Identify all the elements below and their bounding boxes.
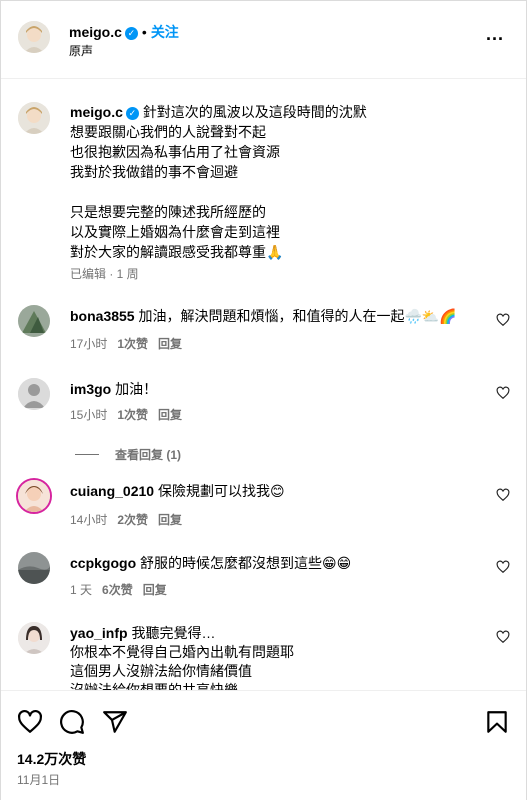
comment-text: 加油！ bbox=[115, 381, 158, 397]
comment-time: 17小时 bbox=[70, 337, 108, 351]
comment-avatar[interactable] bbox=[18, 305, 50, 337]
comment-likes[interactable]: 2次赞 bbox=[117, 513, 148, 527]
follow-button[interactable]: 关注 bbox=[151, 24, 179, 40]
comment-body: im3go 加油！ bbox=[70, 380, 470, 399]
comment-avatar[interactable] bbox=[18, 622, 50, 654]
replies-divider bbox=[75, 454, 99, 455]
comment-username[interactable]: bona3855 bbox=[70, 308, 135, 324]
reply-button[interactable]: 回复 bbox=[158, 408, 182, 422]
bookmark-icon[interactable] bbox=[484, 709, 510, 735]
verified-icon: ✓ bbox=[124, 27, 138, 40]
header-username[interactable]: meigo.c bbox=[69, 24, 122, 40]
heart-icon[interactable] bbox=[17, 709, 43, 735]
post-date: 11月1日 bbox=[17, 773, 61, 787]
post-dialog: meigo.c ✓ • 关注 原声 ... meigo.c ✓ 針對這次的風波以及這段時… bbox=[0, 0, 527, 800]
comment-text: 舒服的時候怎麼都沒想到這些😁😁 bbox=[140, 555, 352, 571]
audio-label[interactable]: 原声 bbox=[69, 42, 93, 59]
caption-meta: 已编辑 · 1 周 bbox=[70, 267, 139, 281]
likes-count[interactable]: 14.2万次赞 bbox=[17, 749, 86, 769]
comment-time: 1 天 bbox=[70, 583, 93, 597]
comment-body: bona3855 加油，解決問題和煩惱，和值得的人在一起🌧️⛅🌈 bbox=[70, 307, 470, 326]
heart-icon[interactable] bbox=[496, 560, 510, 574]
comment-likes[interactable]: 1次赞 bbox=[117, 337, 148, 351]
comment-body: ccpkgogo 舒服的時候怎麼都沒想到這些😁😁 bbox=[70, 554, 470, 573]
heart-icon[interactable] bbox=[496, 313, 510, 327]
comment-likes[interactable]: 1次赞 bbox=[117, 408, 148, 422]
comment-text: 保險規劃可以找我😊 bbox=[157, 483, 285, 499]
post-header: meigo.c ✓ • 关注 原声 ... bbox=[1, 1, 526, 79]
comment-username[interactable]: ccpkgogo bbox=[70, 555, 136, 571]
comment-time: 14小时 bbox=[70, 513, 108, 527]
caption: meigo.c ✓ 針對這次的風波以及這段時間的沈默 想要跟關心我們的人說聲對不起… bbox=[70, 102, 470, 262]
comment-meta: 14小时 2次赞 回复 bbox=[70, 511, 192, 528]
comment-text: 加油，解決問題和煩惱，和值得的人在一起🌧️⛅🌈 bbox=[138, 308, 457, 324]
comment-username[interactable]: im3go bbox=[70, 381, 111, 397]
comments-scroll-area[interactable]: meigo.c ✓ 針對這次的風波以及這段時間的沈默 想要跟關心我們的人說聲對不起… bbox=[1, 80, 526, 690]
comment-icon[interactable] bbox=[59, 709, 85, 735]
caption-username[interactable]: meigo.c bbox=[70, 104, 123, 120]
post-actions: 14.2万次赞 11月1日 bbox=[1, 690, 526, 800]
caption-text: 針對這次的風波以及這段時間的沈默 想要跟關心我們的人說聲對不起 也很抱歉因為私事… bbox=[70, 104, 367, 260]
heart-icon[interactable] bbox=[496, 488, 510, 502]
view-replies-button[interactable]: 查看回复 (1) bbox=[75, 446, 181, 463]
more-icon[interactable]: ... bbox=[486, 25, 504, 43]
comment-username[interactable]: cuiang_0210 bbox=[70, 483, 154, 499]
header-user-line: meigo.c ✓ • 关注 bbox=[69, 22, 179, 42]
comment-time: 15小时 bbox=[70, 408, 108, 422]
comment-likes[interactable]: 6次赞 bbox=[102, 583, 133, 597]
comment-avatar[interactable] bbox=[16, 478, 52, 514]
comment-meta: 1 天 6次赞 回复 bbox=[70, 581, 177, 598]
heart-icon[interactable] bbox=[496, 630, 510, 644]
share-icon[interactable] bbox=[102, 709, 128, 735]
verified-icon: ✓ bbox=[125, 107, 139, 120]
comment-meta: 17小时 1次赞 回复 bbox=[70, 335, 192, 352]
comment-avatar[interactable] bbox=[18, 552, 50, 584]
comment-body: cuiang_0210 保險規劃可以找我😊 bbox=[70, 482, 470, 501]
comment-avatar[interactable] bbox=[18, 378, 50, 410]
comment-username[interactable]: yao_infp bbox=[70, 625, 128, 641]
comment-body: yao_infp 我聽完覺得… 你根本不覺得自己婚內出軌有問題耶 這個男人沒辦法… bbox=[70, 624, 470, 690]
caption-avatar[interactable] bbox=[18, 102, 50, 134]
reply-button[interactable]: 回复 bbox=[158, 337, 182, 351]
view-replies-label: 查看回复 (1) bbox=[115, 448, 182, 462]
reply-button[interactable]: 回复 bbox=[158, 513, 182, 527]
reply-button[interactable]: 回复 bbox=[143, 583, 167, 597]
separator-dot: • bbox=[141, 24, 147, 40]
heart-icon[interactable] bbox=[496, 386, 510, 400]
avatar[interactable] bbox=[18, 21, 50, 53]
comment-meta: 15小时 1次赞 回复 bbox=[70, 406, 192, 423]
